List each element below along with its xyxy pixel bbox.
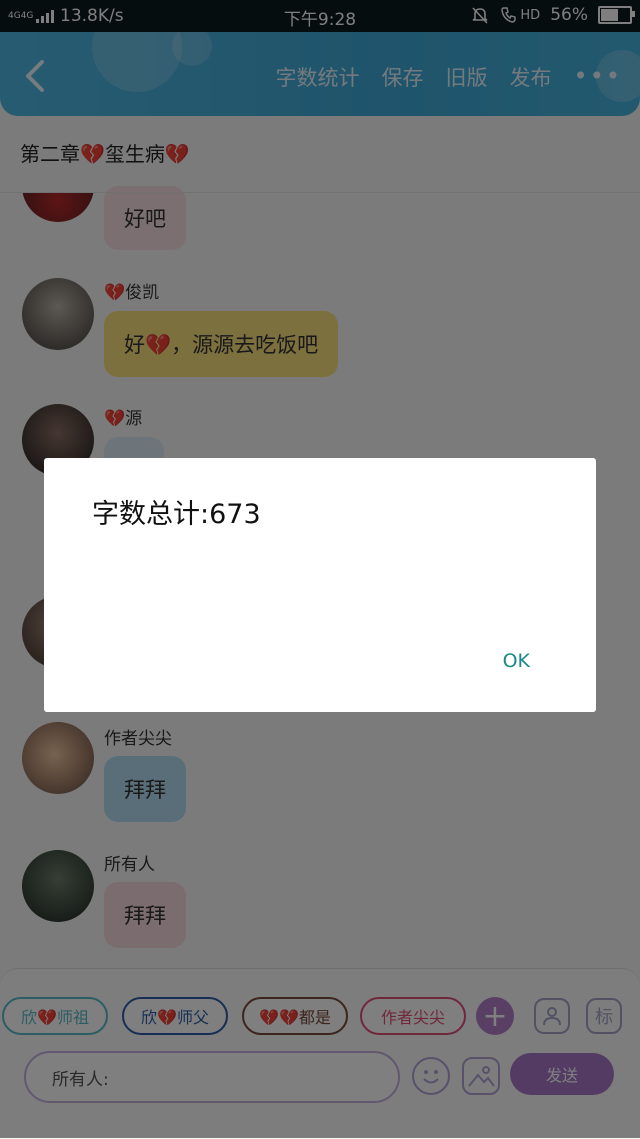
word-count-dialog: 字数总计:673 OK: [44, 458, 596, 712]
ok-button[interactable]: OK: [503, 650, 530, 672]
dialog-message: 字数总计:673: [92, 499, 261, 530]
